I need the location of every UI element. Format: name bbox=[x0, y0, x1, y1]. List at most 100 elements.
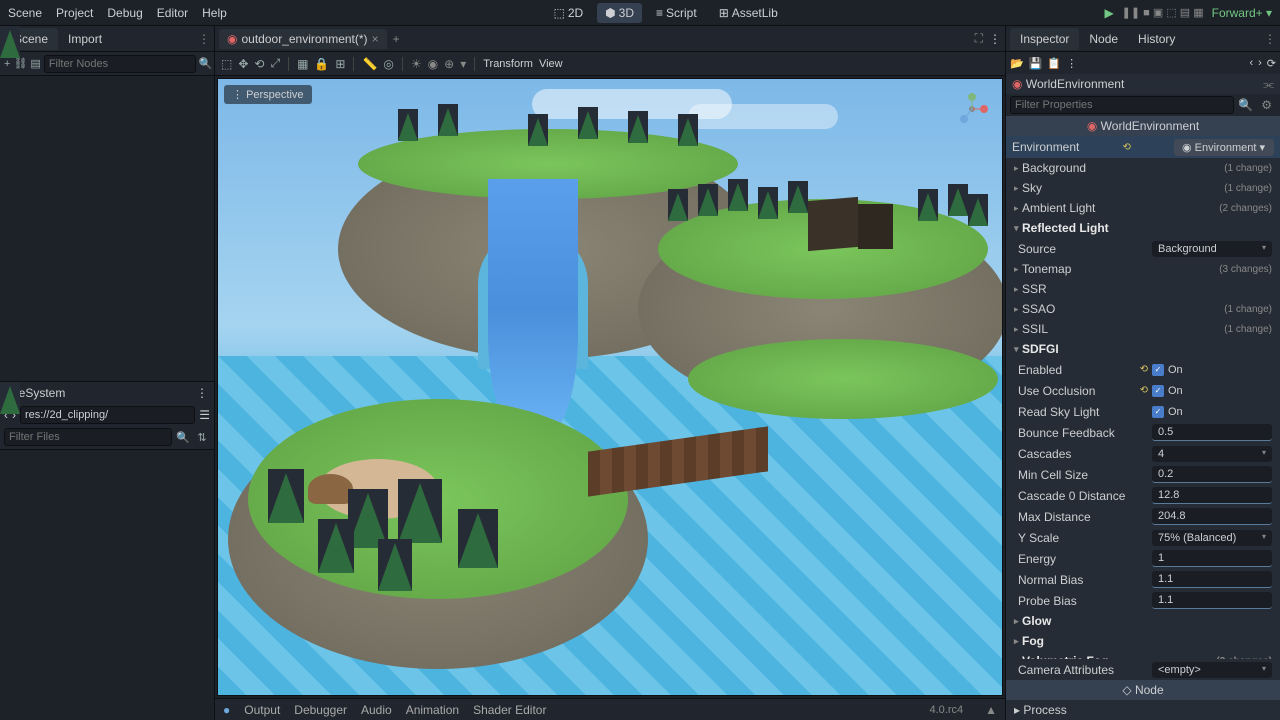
menu-help[interactable]: Help bbox=[202, 6, 227, 20]
scene-tab[interactable]: ◉ outdoor_environment(*) × bbox=[219, 29, 387, 49]
lock-icon[interactable]: 🔒 bbox=[314, 57, 329, 71]
viewport-gizmo[interactable] bbox=[952, 89, 992, 129]
section-volumetric-fog[interactable]: ▸Volumetric Fog(3 changes) bbox=[1006, 651, 1280, 659]
snap-icon[interactable]: ▦ bbox=[297, 57, 308, 71]
view-menu[interactable]: View bbox=[539, 58, 563, 70]
filter-properties-input[interactable] bbox=[1010, 96, 1234, 114]
copy-icon[interactable]: 📋 bbox=[1047, 57, 1061, 70]
history-icon[interactable]: ⟳ bbox=[1267, 57, 1276, 70]
mode-3d[interactable]: ⬢3D bbox=[597, 3, 642, 23]
section-fog[interactable]: ▸Fog bbox=[1006, 631, 1280, 651]
inspector-tab-node[interactable]: Node bbox=[1079, 28, 1128, 50]
group-icon[interactable]: ⊞ bbox=[335, 57, 345, 71]
next-icon[interactable]: › bbox=[1258, 57, 1262, 70]
prop-use-occlusion: Use Occlusion⟲✓ On bbox=[1006, 380, 1280, 401]
transform-menu[interactable]: Transform bbox=[483, 58, 533, 70]
search-icon[interactable]: 🔍 bbox=[175, 429, 191, 445]
file-item[interactable]: ▾📁res:// bbox=[10, 403, 18, 414]
scene-node[interactable]: ◉WorldEnvironment bbox=[10, 47, 20, 58]
filter-files-input[interactable] bbox=[4, 428, 172, 446]
menu-editor[interactable]: Editor bbox=[157, 6, 188, 20]
environment-property-row: Environment ⟲ ◉ Environment ▾ bbox=[1006, 136, 1280, 158]
expand-icon[interactable]: ⛶ bbox=[975, 31, 983, 46]
bottom-panel-tabs: ● OutputDebuggerAudioAnimationShader Edi… bbox=[215, 698, 1005, 720]
env-icon[interactable]: ◉ bbox=[428, 57, 438, 71]
select-icon[interactable]: ⬚ bbox=[221, 57, 232, 71]
history-menu-icon[interactable]: ⋮ bbox=[1066, 57, 1077, 70]
inspector-tab-inspector[interactable]: Inspector bbox=[1010, 28, 1079, 50]
bottom-tab-audio[interactable]: Audio bbox=[361, 703, 392, 717]
filesystem-menu-icon[interactable]: ⋮ bbox=[196, 386, 208, 400]
section-ssr[interactable]: ▸SSR bbox=[1006, 279, 1280, 299]
pin-icon[interactable]: ⫘ bbox=[1263, 77, 1274, 92]
tab-import[interactable]: Import bbox=[58, 28, 112, 50]
scene-panel-tabs: Scene Import ⋮ bbox=[0, 26, 214, 52]
add-sun-icon[interactable]: ⊕ bbox=[444, 57, 454, 71]
3d-viewport[interactable]: ⋮ Perspective bbox=[217, 78, 1003, 696]
prop-cascades: Cascades4▾ bbox=[1006, 443, 1280, 464]
main-menu: Scene Project Debug Editor Help bbox=[8, 6, 227, 20]
section-tonemap[interactable]: ▸Tonemap(3 changes) bbox=[1006, 259, 1280, 279]
section-glow[interactable]: ▸Glow bbox=[1006, 611, 1280, 631]
top-menubar: Scene Project Debug Editor Help ⬚2D ⬢3D ≡Scrip… bbox=[0, 0, 1280, 26]
menu-debug[interactable]: Debug bbox=[107, 6, 142, 20]
process-section[interactable]: ▸ Process bbox=[1006, 700, 1280, 720]
section-sky[interactable]: ▸Sky(1 change) bbox=[1006, 178, 1280, 198]
prop-y-scale: Y Scale75% (Balanced)▾ bbox=[1006, 527, 1280, 548]
menu-project[interactable]: Project bbox=[56, 6, 93, 20]
mode-2d[interactable]: ⬚2D bbox=[545, 3, 591, 23]
mode-assetlib[interactable]: ⊞AssetLib bbox=[711, 3, 786, 23]
sun-icon[interactable]: ☀ bbox=[411, 57, 422, 71]
expand-bottom-icon[interactable]: ▲ bbox=[985, 703, 997, 717]
rotate-icon[interactable]: ⟲ bbox=[254, 57, 264, 71]
search-icon[interactable]: 🔍 bbox=[199, 56, 213, 72]
panel-menu-icon[interactable]: ⋮ bbox=[198, 32, 210, 46]
scale-icon[interactable]: ⤢ bbox=[270, 56, 280, 71]
new-tab-icon[interactable]: + bbox=[393, 32, 400, 46]
mode-script[interactable]: ≡Script bbox=[648, 3, 705, 23]
section-ssil[interactable]: ▸SSIL(1 change) bbox=[1006, 319, 1280, 339]
playback-icons[interactable]: ❚❚ ■ ▣ ⬚ ▤ ▦ bbox=[1122, 6, 1204, 19]
tabs-menu-icon[interactable]: ⋮ bbox=[989, 32, 1001, 46]
bottom-tab-debugger[interactable]: Debugger bbox=[294, 703, 347, 717]
favorites-row[interactable]: ★Favorites: bbox=[10, 384, 18, 403]
close-tab-icon[interactable]: × bbox=[372, 32, 379, 46]
search-icon[interactable]: 🔍 bbox=[1234, 96, 1257, 114]
scene-tabs: ◉ outdoor_environment(*) × + ⛶ ⋮ bbox=[215, 26, 1005, 52]
dropdown-icon[interactable]: ▾ bbox=[460, 57, 466, 71]
filter-nodes-input[interactable] bbox=[44, 55, 196, 73]
bottom-tab-shader-editor[interactable]: Shader Editor bbox=[473, 703, 546, 717]
menu-scene[interactable]: Scene bbox=[8, 6, 42, 20]
section-background[interactable]: ▸Background(1 change) bbox=[1006, 158, 1280, 178]
prop-max-distance: Max Distance204.8 bbox=[1006, 506, 1280, 527]
inspector-footer: Camera Attributes <empty>▾ ◇ Node ▸ Proc… bbox=[1006, 659, 1280, 720]
inspector-tab-history[interactable]: History bbox=[1128, 28, 1185, 50]
section-sdfgi[interactable]: ▾SDFGI bbox=[1006, 339, 1280, 359]
inspector-menu-icon[interactable]: ⋮ bbox=[1264, 32, 1276, 46]
camera-attr-field[interactable]: <empty>▾ bbox=[1152, 662, 1272, 678]
open-icon[interactable]: 📂 bbox=[1010, 57, 1024, 70]
prop-min-cell-size: Min Cell Size0.2 bbox=[1006, 464, 1280, 485]
move-icon[interactable]: ✥ bbox=[238, 57, 248, 71]
section-ssao[interactable]: ▸SSAO(1 change) bbox=[1006, 299, 1280, 319]
ruler-icon[interactable]: 📏 bbox=[362, 57, 377, 71]
sort-icon[interactable]: ⇅ bbox=[194, 429, 210, 445]
scene-node[interactable]: ▾○Node bbox=[10, 28, 18, 47]
play-icon[interactable]: ▶ bbox=[1104, 6, 1113, 20]
section-ambient-light[interactable]: ▸Ambient Light(2 changes) bbox=[1006, 198, 1280, 218]
path-input[interactable] bbox=[20, 406, 195, 424]
node-section-header[interactable]: ◇ Node bbox=[1006, 680, 1280, 700]
bottom-tab-animation[interactable]: Animation bbox=[406, 703, 459, 717]
renderer-dropdown[interactable]: Forward+ ▾ bbox=[1212, 6, 1272, 20]
script-icon[interactable]: ▤ bbox=[30, 56, 40, 72]
camera-icon[interactable]: ◎ bbox=[383, 57, 393, 71]
prev-icon[interactable]: ‹ bbox=[1249, 57, 1253, 70]
view-mode-icon[interactable]: ☰ bbox=[199, 408, 210, 422]
prop-probe-bias: Probe Bias1.1 bbox=[1006, 590, 1280, 611]
bottom-tab-output[interactable]: Output bbox=[244, 703, 280, 717]
inspector-class-header[interactable]: ◉ WorldEnvironment bbox=[1006, 116, 1280, 136]
environment-resource-field[interactable]: ◉ Environment ▾ bbox=[1174, 139, 1274, 156]
settings-icon[interactable]: ⚙ bbox=[1257, 96, 1276, 114]
save-icon[interactable]: 💾 bbox=[1029, 57, 1043, 70]
section-reflected-light[interactable]: ▾Reflected Light bbox=[1006, 218, 1280, 238]
